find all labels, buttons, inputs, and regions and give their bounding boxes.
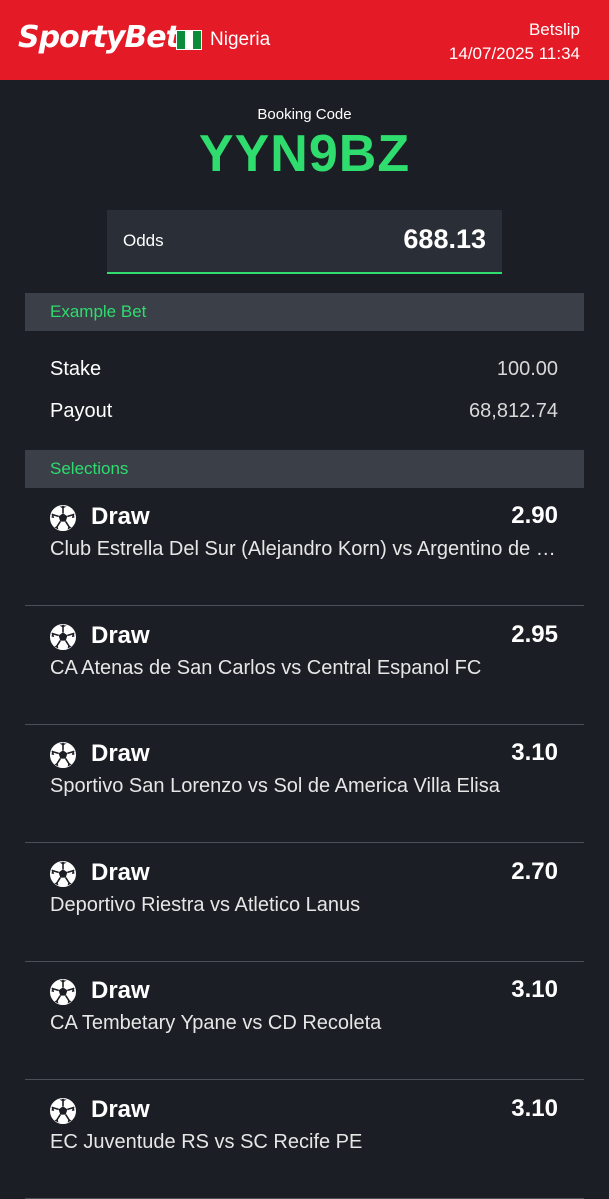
stake-label: Stake	[50, 358, 102, 380]
country-label: Nigeria	[210, 29, 271, 50]
selection-pick: Draw	[91, 1095, 150, 1123]
soccer-ball-icon	[49, 623, 77, 651]
selection-match: EC Juventude RS vs SC Recife PE	[50, 1130, 363, 1153]
soccer-ball-icon	[49, 1097, 77, 1125]
odds-label: Odds	[123, 231, 164, 250]
selection-pick: Draw	[91, 740, 150, 767]
example-bet-header: Example Bet	[25, 293, 584, 331]
soccer-ball-icon	[49, 504, 77, 532]
payout-value: 68,812.74	[469, 400, 558, 422]
selection-odds: 3.10	[511, 976, 558, 1003]
row-divider	[25, 1197, 584, 1199]
payout-label: Payout	[50, 400, 113, 422]
selection-odds: 2.70	[511, 857, 558, 885]
selection-row[interactable]: Draw 3.10 EC Juventude RS vs SC Recife PE	[25, 1081, 584, 1199]
selection-odds: 2.95	[511, 620, 558, 648]
soccer-ball-icon	[49, 978, 77, 1006]
selection-match: Club Estrella Del Sur (Alejandro Korn) v…	[50, 538, 558, 560]
stake-value: 100.00	[496, 358, 558, 380]
selection-row[interactable]: Draw 3.10 CA Tembetary Ypane vs CD Recolet…	[25, 962, 584, 1080]
selection-row[interactable]: Draw 2.90 Club Estrella Del Sur (Alejandro…	[25, 488, 584, 606]
selection-pick: Draw	[91, 621, 150, 649]
example-bet-heading: Example Bet	[50, 302, 147, 321]
selection-match: Sportivo San Lorenzo vs Sol de America V…	[50, 775, 500, 797]
selections-header: Selections	[25, 450, 584, 488]
selection-odds: 2.90	[511, 502, 558, 529]
selection-pick: Draw	[91, 503, 150, 530]
selection-row[interactable]: Draw 2.70 Deportivo Riestra vs Atletico La…	[25, 844, 584, 962]
selection-pick: Draw	[91, 858, 150, 886]
total-odds-box: Odds 688.13	[107, 210, 502, 274]
soccer-ball-icon	[49, 860, 77, 888]
odds-value: 688.13	[403, 224, 486, 254]
betslip-title: Betslip	[528, 20, 580, 39]
datetime-label: 14/07/2025 11:34	[448, 44, 580, 63]
selection-match: CA Atenas de San Carlos vs Central Espan…	[50, 656, 482, 679]
nigeria-flag-icon	[176, 30, 202, 50]
selection-row[interactable]: Draw 2.95 CA Atenas de San Carlos vs Centr…	[25, 607, 584, 725]
app-header: SportyBet Nigeria Betslip 14/07/2025 11:…	[0, 0, 609, 80]
selections-heading: Selections	[50, 459, 129, 478]
header-info: Betslip 14/07/2025 11:34	[449, 18, 580, 66]
selection-row[interactable]: Draw 3.10 Sportivo San Lorenzo vs Sol de A…	[25, 725, 584, 843]
soccer-ball-icon	[49, 741, 77, 769]
selection-odds: 3.10	[511, 1094, 558, 1122]
booking-code-label: Booking Code	[257, 106, 352, 123]
selection-match: Deportivo Riestra vs Atletico Lanus	[50, 893, 361, 916]
selection-pick: Draw	[91, 977, 150, 1004]
sportybet-logo[interactable]: SportyBet	[18, 20, 180, 55]
selection-odds: 3.10	[511, 739, 558, 766]
selection-match: CA Tembetary Ypane vs CD Recoleta	[50, 1012, 382, 1034]
booking-code[interactable]: YYN9BZ	[0, 124, 609, 184]
